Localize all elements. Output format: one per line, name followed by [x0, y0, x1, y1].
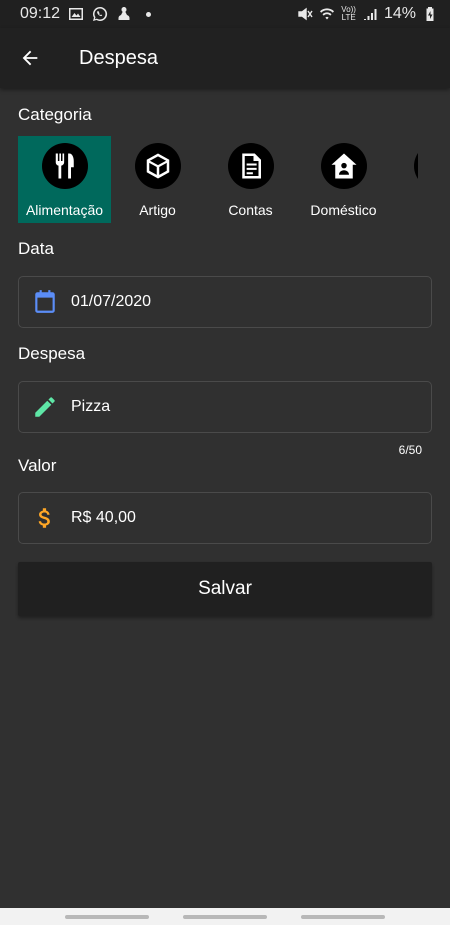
- partial-icon: [413, 143, 418, 189]
- category-label: Contas: [228, 202, 273, 218]
- status-time: 09:12: [20, 5, 61, 22]
- box-icon: [134, 143, 181, 189]
- battery-charging-icon: [422, 6, 438, 22]
- nav-back-button[interactable]: [301, 914, 385, 919]
- dollar-icon: [19, 505, 71, 531]
- amount-field[interactable]: R$ 40,00: [18, 492, 432, 544]
- save-button[interactable]: Salvar: [18, 562, 432, 616]
- expense-value: Pizza: [71, 398, 111, 415]
- amount-value: R$ 40,00: [71, 509, 136, 526]
- volte-bottom: LTE: [341, 13, 356, 22]
- category-label: Alimentação: [25, 202, 104, 218]
- nav-recents-button[interactable]: [65, 914, 149, 919]
- valor-label: Valor: [18, 456, 57, 475]
- wifi-icon: [319, 6, 335, 22]
- status-left: 09:12: [20, 5, 152, 23]
- image-notification-icon: [68, 6, 84, 22]
- arrow-back-icon: [22, 50, 38, 66]
- volte-indicator: Vo)) LTE: [341, 6, 356, 22]
- status-bar: 09:12 Vo)) LTE 14%: [0, 0, 450, 28]
- nav-home-button[interactable]: [183, 914, 267, 919]
- app-notification-icon: [116, 6, 132, 22]
- category-domestico[interactable]: Doméstico: [297, 136, 390, 223]
- back-button[interactable]: [0, 28, 60, 88]
- app-bar: Despesa: [0, 28, 450, 88]
- category-ed[interactable]: Ed: [390, 136, 418, 223]
- notification-dot: [146, 11, 152, 17]
- category-label: Doméstico: [310, 202, 377, 218]
- date-value: 01/07/2020: [71, 293, 152, 310]
- calendar-icon: [19, 289, 71, 315]
- date-field[interactable]: 01/07/2020: [18, 276, 432, 328]
- despesa-label: Despesa: [18, 344, 86, 363]
- house-icon: [320, 143, 367, 189]
- fork-knife-icon: [41, 143, 88, 189]
- pencil-icon: [19, 394, 71, 420]
- signal-icon: [362, 6, 378, 22]
- categoria-label: Categoria: [18, 105, 92, 124]
- page-title: Despesa: [79, 46, 158, 69]
- expense-field[interactable]: Pizza: [18, 381, 432, 433]
- navigation-bar: [0, 908, 450, 925]
- category-contas[interactable]: Contas: [204, 136, 297, 223]
- category-label: Artigo: [139, 202, 176, 218]
- data-label: Data: [18, 239, 54, 258]
- category-artigo[interactable]: Artigo: [111, 136, 204, 223]
- category-selector: Alimentação Artigo Contas Doméstico Ed: [18, 136, 418, 223]
- category-alimentacao[interactable]: Alimentação: [18, 136, 111, 223]
- battery-percent: 14%: [383, 5, 416, 22]
- document-icon: [227, 143, 274, 189]
- mute-icon: [297, 6, 313, 22]
- status-right: Vo)) LTE 14%: [297, 5, 438, 23]
- character-counter: 6/50: [398, 443, 422, 457]
- whatsapp-icon: [92, 6, 108, 22]
